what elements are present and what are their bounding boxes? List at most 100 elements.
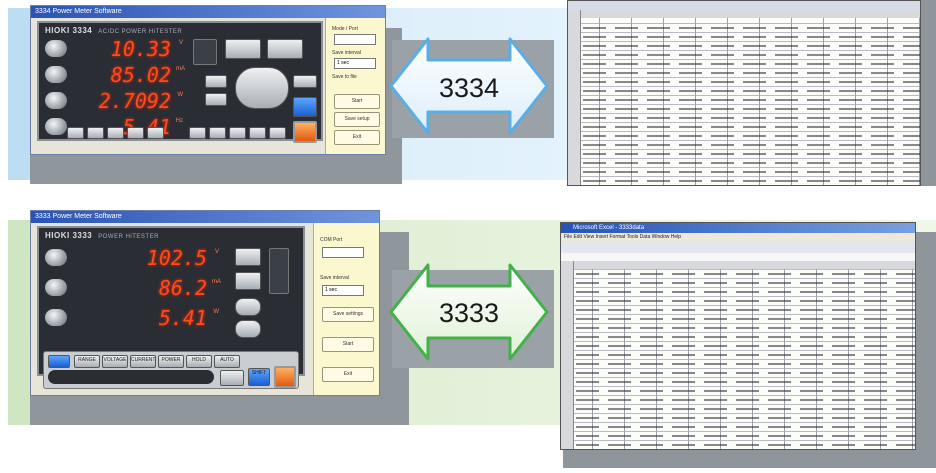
- window-titlebar: 3334 Power Meter Software: [31, 6, 385, 18]
- arrow-label: 3333: [439, 298, 499, 328]
- model-caption: AC/DC POWER HiTESTER: [98, 29, 183, 35]
- reading-value: 102.5: [146, 246, 207, 270]
- spreadsheet-3334: [567, 0, 921, 186]
- function-key[interactable]: [67, 127, 84, 139]
- power-button[interactable]: [293, 121, 317, 143]
- direction-pad[interactable]: [235, 67, 289, 109]
- range-knob[interactable]: [45, 66, 67, 83]
- reading-row-1: 102.5 V: [45, 246, 221, 270]
- function-key[interactable]: [127, 127, 144, 139]
- function-key-active[interactable]: [48, 355, 70, 368]
- function-key[interactable]: [189, 127, 206, 139]
- hold-button[interactable]: [205, 93, 227, 106]
- reading-value: 86.2: [158, 276, 207, 300]
- reading-row-3: 5.41 W: [45, 306, 221, 330]
- function-key[interactable]: [147, 127, 164, 139]
- top-double-arrow: 3334: [389, 37, 549, 135]
- shift-button[interactable]: [293, 97, 317, 117]
- meter-brand: HIOKI 3333 POWER HiTESTER: [45, 231, 159, 240]
- settings-side-panel: COM Port Save interval 1 sec Save settin…: [313, 223, 379, 395]
- range-knob[interactable]: [45, 279, 67, 296]
- reading-value: 5.41: [158, 306, 207, 330]
- interval-select[interactable]: 1 sec: [334, 58, 376, 69]
- start-button[interactable]: Start: [334, 94, 380, 109]
- save-setup-button[interactable]: Save setup: [334, 112, 380, 127]
- mode-indicator-bar: [48, 370, 214, 384]
- range-knob[interactable]: [45, 92, 67, 109]
- function-key[interactable]: POWER: [158, 355, 184, 368]
- mode-button[interactable]: [205, 75, 227, 88]
- reading-unit: Hz: [175, 118, 183, 124]
- port-label: Mode / Port: [332, 26, 358, 32]
- meter-brand: HIOKI 3334 AC/DC POWER HiTESTER: [45, 26, 182, 35]
- reading-value: 10.33: [110, 37, 171, 61]
- range-button[interactable]: [235, 272, 261, 290]
- down-button[interactable]: [235, 320, 261, 338]
- window-titlebar: 3333 Power Meter Software: [31, 211, 379, 223]
- reading-unit: V: [178, 40, 183, 46]
- reading-unit: V: [214, 249, 219, 255]
- meter-3333-window: 3333 Power Meter Software HIOKI 3333 POWE…: [30, 210, 380, 396]
- range-knob[interactable]: [45, 118, 67, 135]
- function-key[interactable]: RANGE: [74, 355, 100, 368]
- current-range-button[interactable]: [267, 39, 303, 59]
- port-label: COM Port: [320, 237, 343, 243]
- meter-3334-window: 3334 Power Meter Software HIOKI 3334 AC/D…: [30, 5, 386, 155]
- meter-3334-panel: HIOKI 3334 AC/DC POWER HiTESTER 10.33 V 8…: [37, 21, 323, 143]
- function-key-strip: RANGE VOLTAGE CURRENT POWER HOLD AUTO SH…: [43, 351, 299, 389]
- indicator-column: [269, 248, 289, 294]
- local-button[interactable]: [220, 370, 244, 386]
- reading-value: 2.7092: [98, 89, 171, 113]
- exit-button[interactable]: Exit: [322, 367, 374, 382]
- bottom-double-arrow: 3333: [389, 263, 549, 361]
- interval-select[interactable]: 1 sec: [322, 285, 364, 296]
- spreadsheet-3333: Microsoft Excel - 3333data File Edit Vie…: [560, 222, 916, 450]
- port-select[interactable]: [322, 247, 364, 258]
- brand-label: HIOKI 3334: [45, 26, 93, 35]
- function-key[interactable]: VOLTAGE: [102, 355, 128, 368]
- interval-label: Save interval: [332, 50, 361, 56]
- up-button[interactable]: [235, 298, 261, 316]
- save-settings-button[interactable]: Save settings: [322, 307, 374, 322]
- reading-unit: W: [177, 92, 183, 98]
- port-select[interactable]: [334, 34, 376, 45]
- range-knob[interactable]: [45, 40, 67, 57]
- voltage-range-button[interactable]: [225, 39, 261, 59]
- shift-button[interactable]: SHIFT: [248, 368, 270, 386]
- function-key[interactable]: CURRENT: [130, 355, 156, 368]
- data-cells: [580, 21, 920, 185]
- exit-button[interactable]: Exit: [334, 130, 380, 145]
- excel-titlebar: Microsoft Excel - 3333data: [561, 223, 915, 233]
- function-key[interactable]: [209, 127, 226, 139]
- function-key[interactable]: AUTO: [214, 355, 240, 368]
- reading-row-2: 86.2 mA: [45, 276, 221, 300]
- brand-label: HIOKI 3333: [45, 231, 93, 240]
- local-button[interactable]: [293, 75, 317, 88]
- reading-row-1: 10.33 V: [45, 37, 185, 61]
- function-key[interactable]: HOLD: [186, 355, 212, 368]
- range-indicator: [193, 39, 217, 65]
- reading-row-3: 2.7092 W: [45, 89, 185, 113]
- row-header-column: [561, 261, 574, 449]
- row-header-column: [568, 10, 581, 185]
- settings-side-panel: Mode / Port Save interval 1 sec Save to …: [325, 18, 385, 154]
- function-key[interactable]: [87, 127, 104, 139]
- reading-unit: mA: [212, 279, 221, 285]
- power-button[interactable]: [274, 366, 296, 388]
- interval-label: Save interval: [320, 275, 349, 281]
- hold-button[interactable]: [235, 248, 261, 266]
- start-button[interactable]: Start: [322, 337, 374, 352]
- model-caption: POWER HiTESTER: [98, 234, 159, 240]
- reading-row-2: 85.02 mA: [45, 63, 185, 87]
- save-option-label[interactable]: Save to file: [332, 74, 357, 80]
- function-key[interactable]: [229, 127, 246, 139]
- reading-unit: mA: [176, 66, 185, 72]
- range-knob[interactable]: [45, 249, 67, 266]
- range-knob[interactable]: [45, 309, 67, 326]
- arrow-label: 3334: [439, 73, 499, 103]
- function-key[interactable]: [269, 127, 286, 139]
- data-cells: [573, 272, 915, 449]
- function-key[interactable]: [107, 127, 124, 139]
- reading-unit: W: [213, 309, 219, 315]
- function-key[interactable]: [249, 127, 266, 139]
